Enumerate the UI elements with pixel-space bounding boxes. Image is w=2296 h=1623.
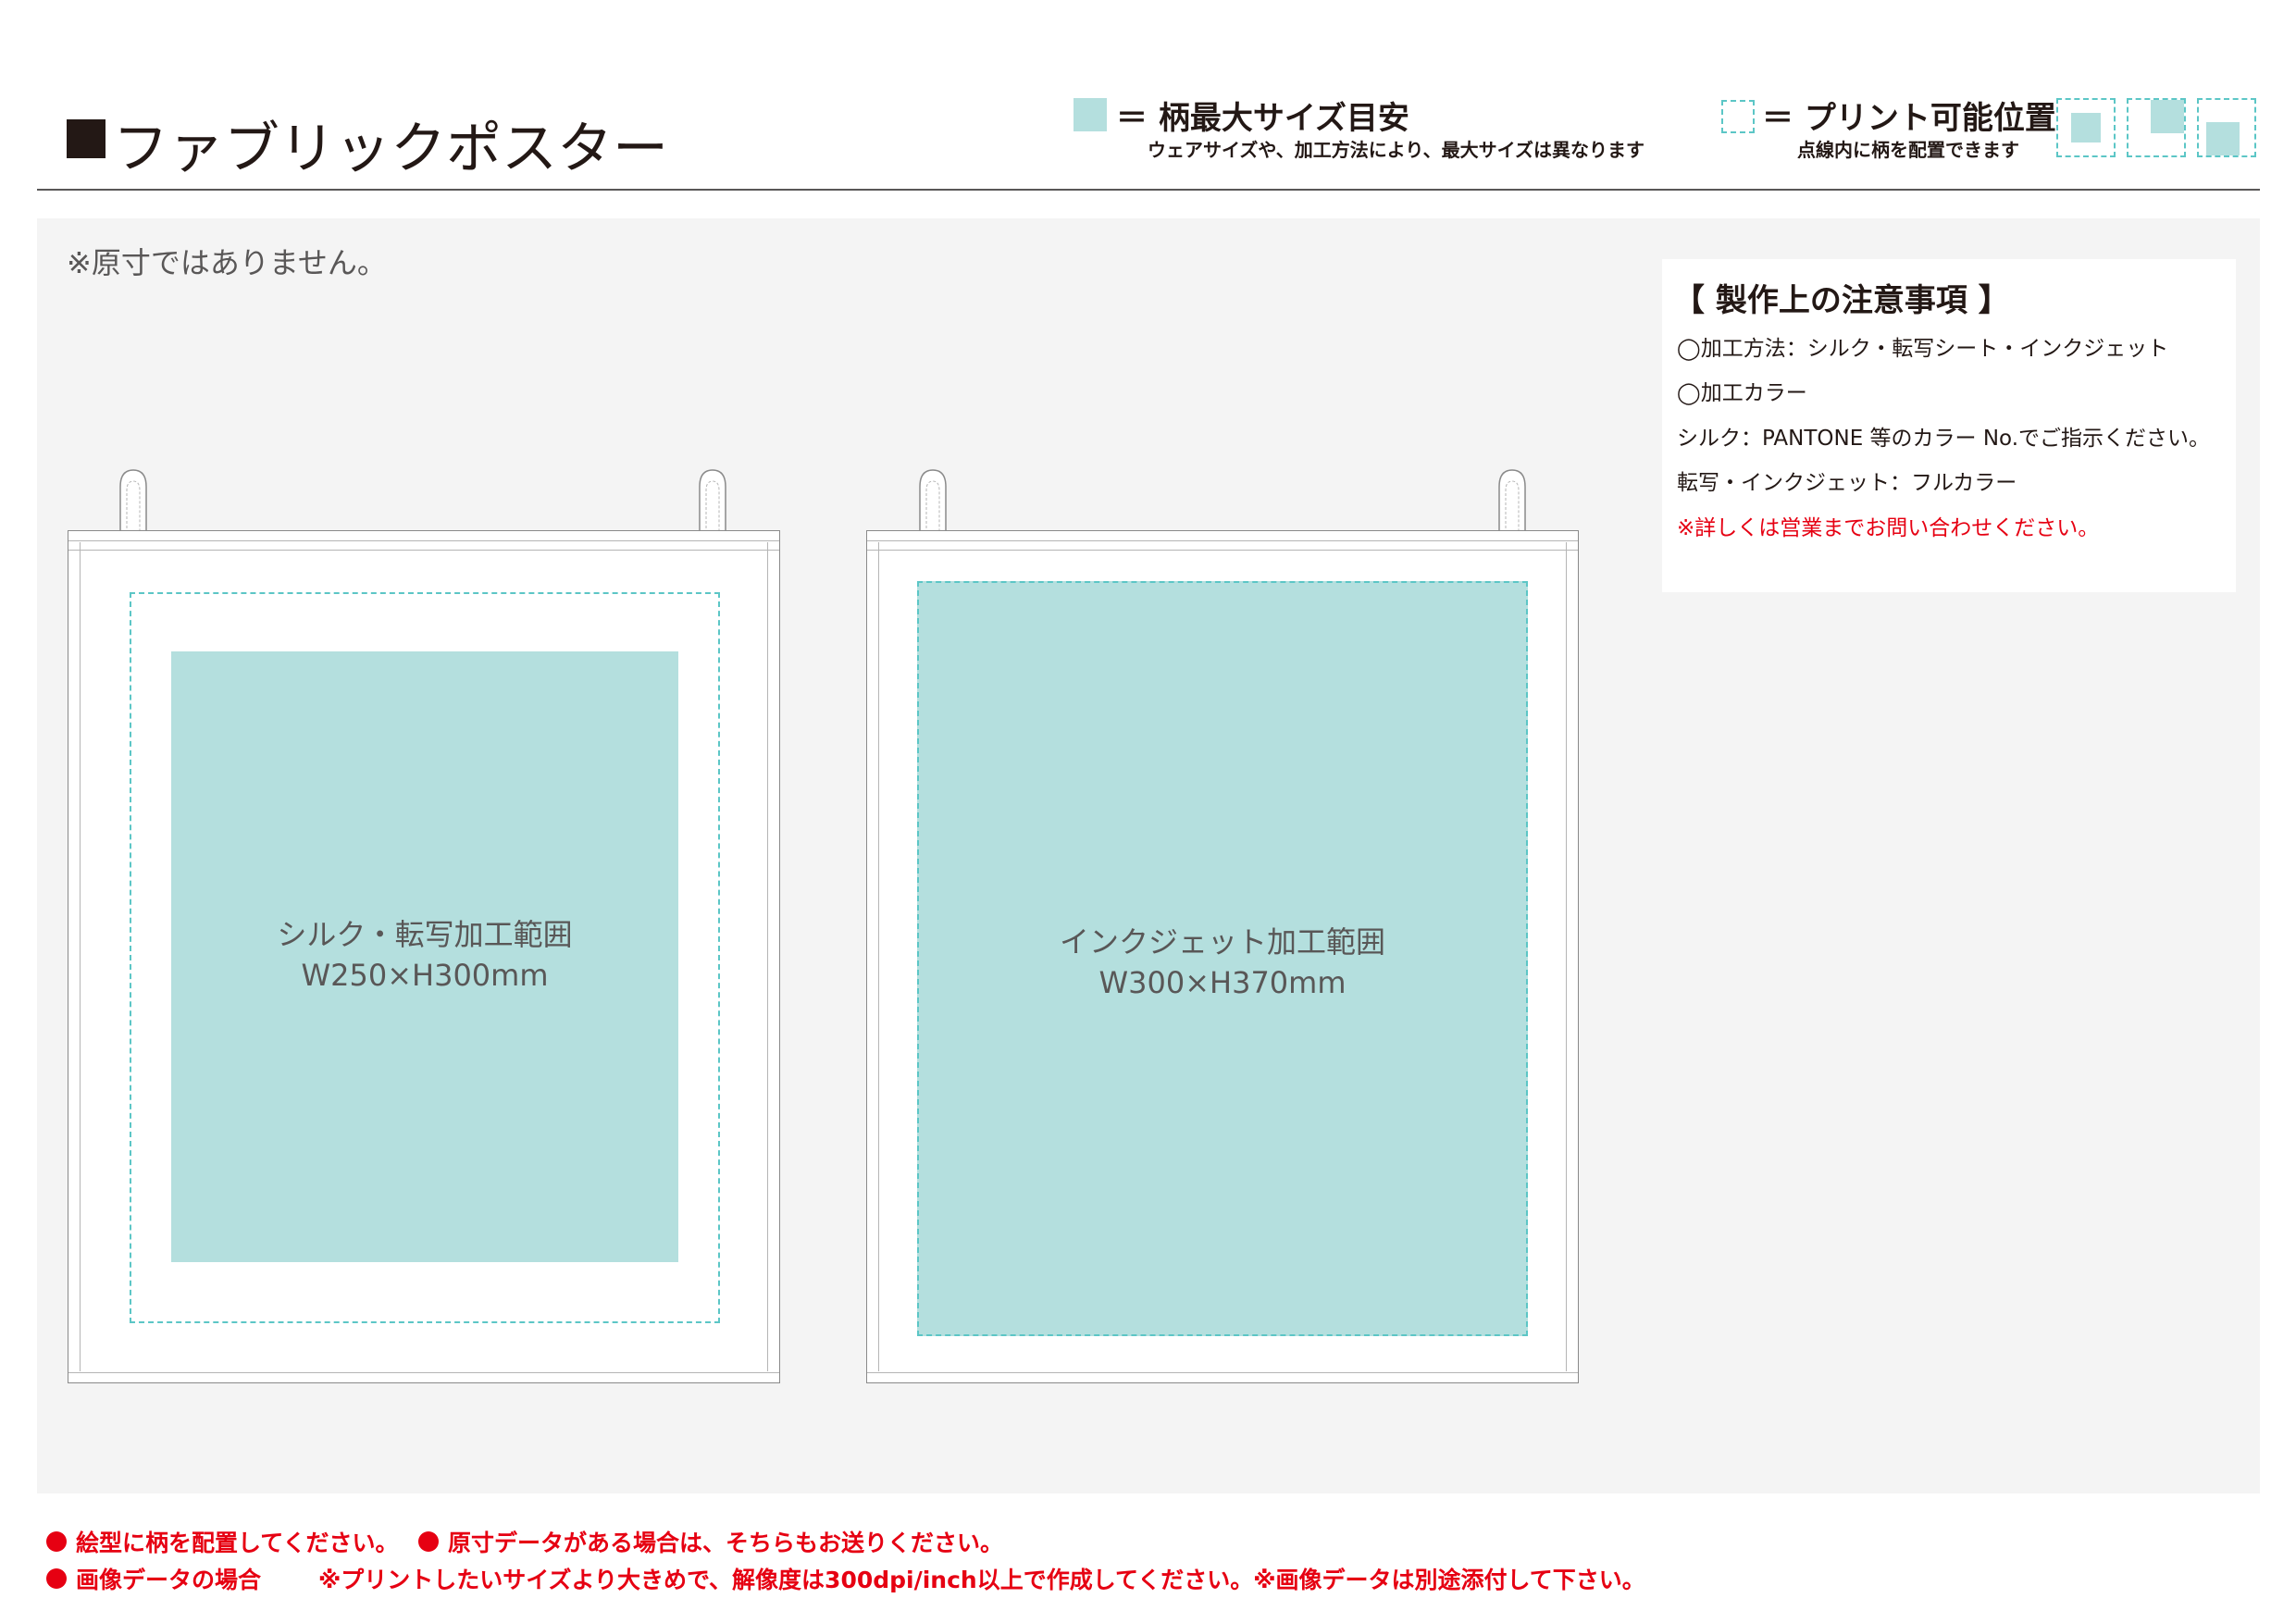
- footer-image-data-heading: 画像データの場合: [76, 1567, 262, 1593]
- red-bullet-icon: [46, 1531, 67, 1552]
- footer-instruction: 絵型に柄を配置してください。: [76, 1530, 399, 1556]
- placement-example-center: [2056, 98, 2116, 157]
- print-area-size: W250×H300mm: [301, 958, 549, 993]
- note-line: シルク：PANTONE 等のカラー No.でご指示ください。: [1677, 427, 2211, 451]
- poster-inkjet: インクジェット加工範囲 W300×H370mm: [866, 530, 1579, 1383]
- print-area-size: W300×H370mm: [1098, 965, 1347, 1000]
- poster-silk-transfer: シルク・転写加工範囲 W250×H300mm: [68, 530, 780, 1383]
- legend-max-size-swatch: [1074, 98, 1107, 131]
- top-hem-stitch: [68, 540, 779, 541]
- bottom-hem-stitch: [867, 1372, 1578, 1373]
- footer-instruction: 原寸データがある場合は、そちらもお送りください。: [448, 1530, 1004, 1556]
- hanging-loop-icon: [1498, 469, 1526, 533]
- red-bullet-icon: [418, 1531, 439, 1552]
- red-bullet-icon: [46, 1568, 67, 1589]
- footer-image-data-note: ※プリントしたいサイズより大きめで、解像度は300dpi/inch以上で作成して…: [318, 1567, 1645, 1593]
- note-warning: ※詳しくは営業までお問い合わせください。: [1677, 516, 2100, 540]
- legend-max-size-note: ウェアサイズや、加工方法により、最大サイズは異なります: [1148, 139, 1644, 161]
- note-line: ◯加工方法：シルク・転写シート・インクジェット: [1677, 337, 2169, 361]
- production-notes-title: 【 製作上の注意事項 】: [1673, 282, 2010, 319]
- placement-example-bottom: [2197, 98, 2256, 157]
- top-hem-stitch: [867, 540, 1578, 541]
- print-area-label: インクジェット加工範囲: [1059, 924, 1385, 960]
- silk-transfer-print-area: シルク・転写加工範囲 W250×H300mm: [171, 651, 678, 1262]
- print-area-label: シルク・転写加工範囲: [277, 917, 573, 952]
- legend-printable-swatch: [1721, 100, 1755, 133]
- hanging-loop-icon: [699, 469, 726, 533]
- header-divider: [37, 189, 2260, 191]
- legend-max-size-title: ＝ 柄最大サイズ目安: [1116, 100, 1409, 137]
- inkjet-print-area: インクジェット加工範囲 W300×H370mm: [917, 581, 1528, 1336]
- not-actual-size-note: ※原寸ではありません。: [67, 245, 387, 280]
- note-line: 転写・インクジェット：フルカラー: [1677, 471, 2017, 495]
- legend-printable-title: ＝ プリント可能位置: [1762, 100, 2056, 137]
- title-square-mark: [67, 119, 105, 158]
- bottom-hem-stitch: [68, 1372, 779, 1373]
- hanging-loop-icon: [119, 469, 147, 533]
- legend-printable-note: 点線内に柄を配置できます: [1797, 139, 2019, 161]
- note-line: ◯加工カラー: [1677, 381, 1807, 405]
- page-title: ファブリックポスター: [113, 117, 668, 181]
- placement-example-top: [2127, 98, 2186, 157]
- hanging-loop-icon: [919, 469, 947, 533]
